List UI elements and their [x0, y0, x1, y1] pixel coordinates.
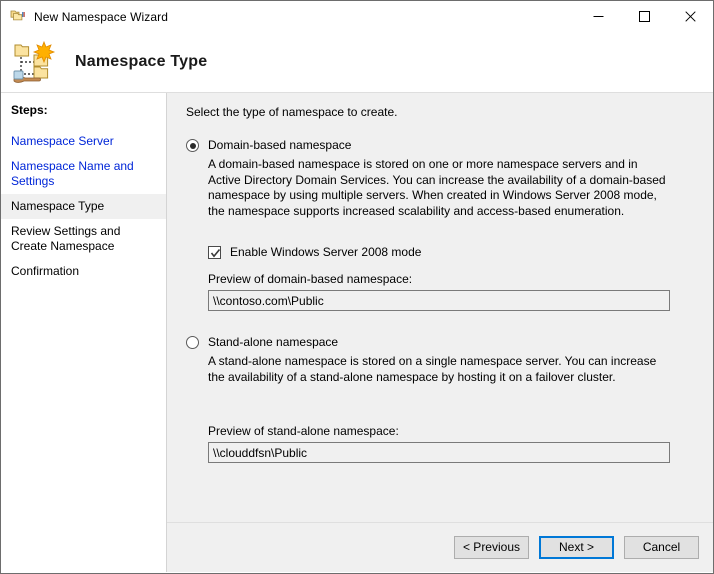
sidebar-item-namespace-server[interactable]: Namespace Server [1, 129, 166, 154]
next-button[interactable]: Next > [539, 536, 614, 559]
stand-alone-namespace-option[interactable]: Stand-alone namespace [186, 335, 699, 349]
maximize-button[interactable] [621, 1, 667, 32]
stand-alone-preview-input[interactable] [208, 442, 670, 463]
window-title: New Namespace Wizard [34, 9, 169, 24]
wizard-footer: < Previous Next > Cancel [167, 522, 713, 572]
stand-alone-preview-label: Preview of stand-alone namespace: [208, 424, 399, 438]
enable-2008-mode-row[interactable]: Enable Windows Server 2008 mode [208, 245, 699, 259]
main-panel: Select the type of namespace to create. … [167, 93, 713, 572]
intro-text: Select the type of namespace to create. [186, 105, 398, 119]
minimize-button[interactable] [575, 1, 621, 32]
stand-alone-radio[interactable] [186, 336, 199, 349]
domain-based-label: Domain-based namespace [208, 138, 352, 152]
steps-sidebar: Steps: Namespace Server Namespace Name a… [1, 93, 167, 572]
previous-button[interactable]: < Previous [453, 536, 529, 559]
cancel-button[interactable]: Cancel [624, 536, 699, 559]
stand-alone-label: Stand-alone namespace [208, 335, 339, 349]
domain-preview-label: Preview of domain-based namespace: [208, 272, 413, 286]
stand-alone-description: A stand-alone namespace is stored on a s… [208, 354, 657, 384]
title-bar: New Namespace Wizard [1, 1, 713, 32]
wizard-header: Namespace Type [1, 32, 713, 93]
dfs-namespace-icon [11, 38, 59, 86]
domain-based-radio[interactable] [186, 139, 199, 152]
sidebar-item-confirmation: Confirmation [11, 264, 80, 278]
steps-heading: Steps: [11, 103, 48, 117]
wizard-body: Steps: Namespace Server Namespace Name a… [1, 93, 713, 572]
enable-2008-mode-checkbox[interactable] [208, 245, 221, 259]
page-title: Namespace Type [75, 53, 208, 70]
new-namespace-wizard-window: New Namespace Wizard Namespace Type Step… [0, 0, 714, 574]
window-controls [575, 1, 713, 32]
enable-2008-mode-label: Enable Windows Server 2008 mode [230, 245, 422, 259]
domain-based-description: A domain-based namespace is stored on on… [208, 157, 666, 218]
namespace-wizard-icon [10, 9, 26, 25]
sidebar-item-review-settings-and-create-namespace: Review Settings and Create Namespace [11, 224, 121, 253]
main-content: Select the type of namespace to create. … [167, 93, 713, 522]
sidebar-item-namespace-type[interactable]: Namespace Type [1, 194, 166, 219]
domain-based-namespace-option[interactable]: Domain-based namespace [186, 138, 699, 152]
sidebar-item-namespace-name-and-settings[interactable]: Namespace Name and Settings [1, 154, 166, 194]
domain-preview-input[interactable] [208, 290, 670, 311]
close-button[interactable] [667, 1, 713, 32]
